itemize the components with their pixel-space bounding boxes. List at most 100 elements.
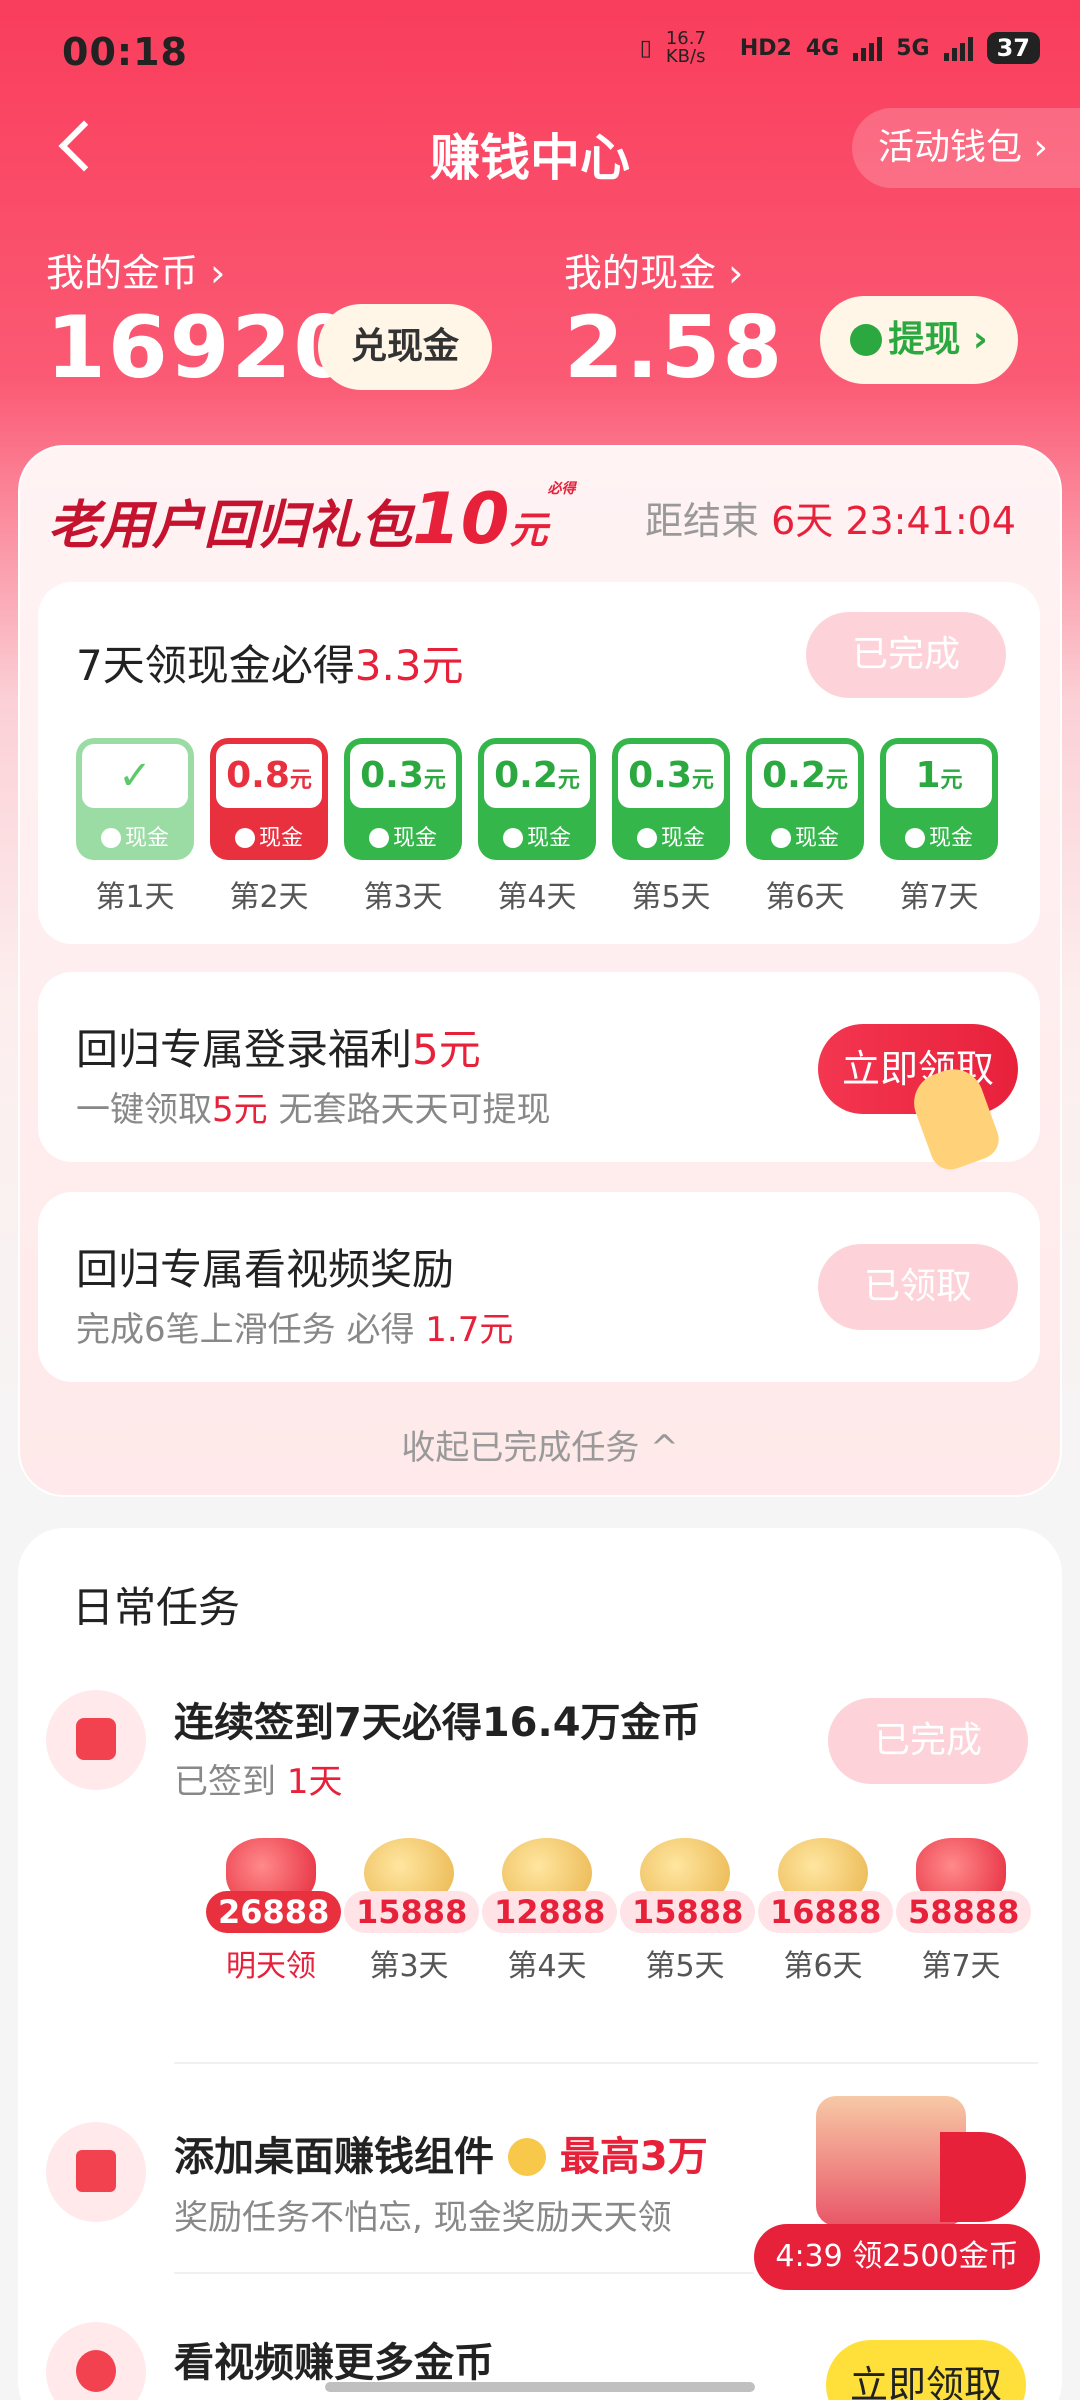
gift-bide: 必得 (547, 481, 576, 497)
home-indicator[interactable] (325, 2382, 755, 2392)
day-label: 第2天 (229, 880, 309, 915)
login-bonus-title: 回归专属登录福利5元 (76, 1016, 481, 1077)
coin-day-label: 第4天 (507, 1949, 587, 1984)
day-cash-text: 现金 (794, 826, 839, 851)
day-cash-label: 现金 (880, 820, 998, 852)
day-cash-amount: 0.3元 (618, 744, 724, 808)
coins-value: 16920 (46, 298, 356, 398)
video-reward-sub-amount: 1.7元 (425, 1310, 514, 1350)
day-amount-unit: 元 (825, 768, 848, 793)
checkin-coin-item: 15888 第5天 (620, 1838, 756, 1985)
vibrate-icon: ▯ (639, 35, 652, 61)
day-amount-unit: 元 (691, 768, 714, 793)
checkin-title: 连续签到7天必得16.4万金币 (174, 1700, 701, 1746)
day-cash-box: 0.3元现金 (612, 738, 730, 860)
checkin-done-button[interactable]: 已完成 (828, 1698, 1028, 1784)
seven-day-amount: 3.3元 (354, 641, 464, 690)
seven-day-done-button[interactable]: 已完成 (806, 612, 1006, 698)
video-reward-done-button[interactable]: 已领取 (818, 1244, 1018, 1330)
checkin-sub: 已签到 1天 (174, 1754, 342, 1803)
day-cash-label: 现金 (344, 820, 462, 852)
day-cash-amount: 0.2元 (484, 744, 590, 808)
widget-title: 添加桌面赚钱组件 最高3万 (174, 2124, 708, 2182)
login-bonus-sub-pre: 一键领取 (76, 1090, 212, 1130)
day-cash-text: 现金 (660, 826, 705, 851)
hd-icon: HD2 (739, 35, 792, 61)
withdraw-label: 提现 › (888, 319, 988, 360)
wechat-icon (368, 828, 389, 848)
activity-wallet-button[interactable]: 活动钱包 › (852, 108, 1080, 188)
wechat-icon (904, 828, 925, 848)
day-cash-label: 现金 (76, 820, 194, 852)
coin-day-label: 第7天 (921, 1949, 1001, 1984)
coin-day-label: 第6天 (783, 1949, 863, 1984)
day-cash-label: 现金 (612, 820, 730, 852)
video-coins-claim-button[interactable]: 立即领取 (826, 2340, 1026, 2400)
day-cash-amount: 0.8元 (216, 744, 322, 808)
divider (174, 2062, 1038, 2064)
day-amount-unit: 元 (557, 768, 580, 793)
day-label: 第5天 (631, 880, 711, 915)
day-amount-value: 0.8 (226, 755, 290, 796)
day-cash-text: 现金 (526, 826, 571, 851)
widget-title-red: 最高3万 (559, 2134, 708, 2180)
gift-title-text: 老用户回归礼包 (48, 496, 413, 556)
coin-amount: 15888 (344, 1891, 480, 1933)
login-bonus-sub-amount: 5元 (212, 1090, 268, 1130)
day-cash-text: 现金 (928, 826, 973, 851)
day-label: 第6天 (765, 880, 845, 915)
widget-add-button[interactable] (940, 2132, 1026, 2222)
exchange-cash-button[interactable]: 兑现金 (318, 304, 492, 390)
coin-amount: 15888 (620, 1891, 756, 1933)
day-amount-value: 1 (915, 755, 941, 796)
day-cash-box: 1元现金 (880, 738, 998, 860)
net-5g-label: 5G (896, 35, 930, 61)
day-label: 第4天 (497, 880, 577, 915)
day-cash-amount: ✓ (82, 744, 188, 808)
coin-amount: 12888 (482, 1891, 618, 1933)
day-cash-label: 现金 (746, 820, 864, 852)
day-amount-value: 0.2 (762, 755, 826, 796)
clipboard-icon (46, 2122, 146, 2222)
checkin-coin-item: 12888 第4天 (482, 1838, 618, 1985)
wechat-icon (636, 828, 657, 848)
wechat-icon (502, 828, 523, 848)
my-coins-link[interactable]: 我的金币 › (46, 242, 225, 297)
divider-2 (174, 2272, 754, 2274)
video-reward-sub: 完成6笔上滑任务 必得 1.7元 (76, 1302, 513, 1351)
checkin-sub-amount: 1天 (286, 1762, 343, 1802)
day-amount-value: 0.3 (360, 755, 424, 796)
net-4g-label: 4G (805, 35, 840, 61)
day-cash-text: 现金 (124, 826, 169, 851)
day-amount-value: 0.3 (628, 755, 692, 796)
gift-countdown: 距结束 6天 23:41:04 (645, 490, 1016, 545)
checkin-coin-item: 26888 明天领 (206, 1838, 342, 1985)
day-label: 第1天 (95, 880, 175, 915)
day-amount-unit: 元 (423, 768, 446, 793)
day-cash-box: 0.2元现金 (478, 738, 596, 860)
seven-day-title-text: 7天领现金必得 (76, 641, 355, 690)
widget-sub: 奖励任务不怕忘, 现金奖励天天领 (174, 2198, 672, 2238)
gift-yuan: 元 (509, 508, 548, 552)
status-icons: ▯ 16.7 KB/s HD2 4G 5G 37 (640, 30, 1040, 66)
login-bonus-amount: 5元 (412, 1025, 481, 1074)
login-bonus-sub: 一键领取5元 无套路天天可提现 (76, 1082, 550, 1131)
battery-icon: 37 (986, 32, 1040, 64)
login-bonus-title-text: 回归专属登录福利 (76, 1025, 413, 1074)
my-cash-link[interactable]: 我的现金 › (564, 242, 743, 297)
signal-icon (853, 35, 883, 61)
day-cash-amount: 1元 (886, 744, 992, 808)
widget-timer-pill[interactable]: 4:39 领2500金币 (754, 2224, 1040, 2290)
coin-day-label: 第5天 (645, 1949, 725, 1984)
day-cash-label: 现金 (210, 820, 328, 852)
day-cash-box: 0.8元现金 (210, 738, 328, 860)
withdraw-button[interactable]: 提现 › (820, 296, 1018, 384)
checkin-coin-item: 16888 第6天 (758, 1838, 894, 1985)
video-coins-title: 看视频赚更多金币 (174, 2340, 494, 2386)
collapse-completed-toggle[interactable]: 收起已完成任务 ^ (0, 1420, 1080, 1469)
day-amount-unit: 元 (940, 768, 963, 793)
checkin-coin-item: 15888 第3天 (344, 1838, 480, 1985)
coin-amount: 58888 (896, 1891, 1032, 1933)
timer-value: 6天 23:41:04 (771, 499, 1016, 543)
status-time: 00:18 (62, 30, 188, 74)
